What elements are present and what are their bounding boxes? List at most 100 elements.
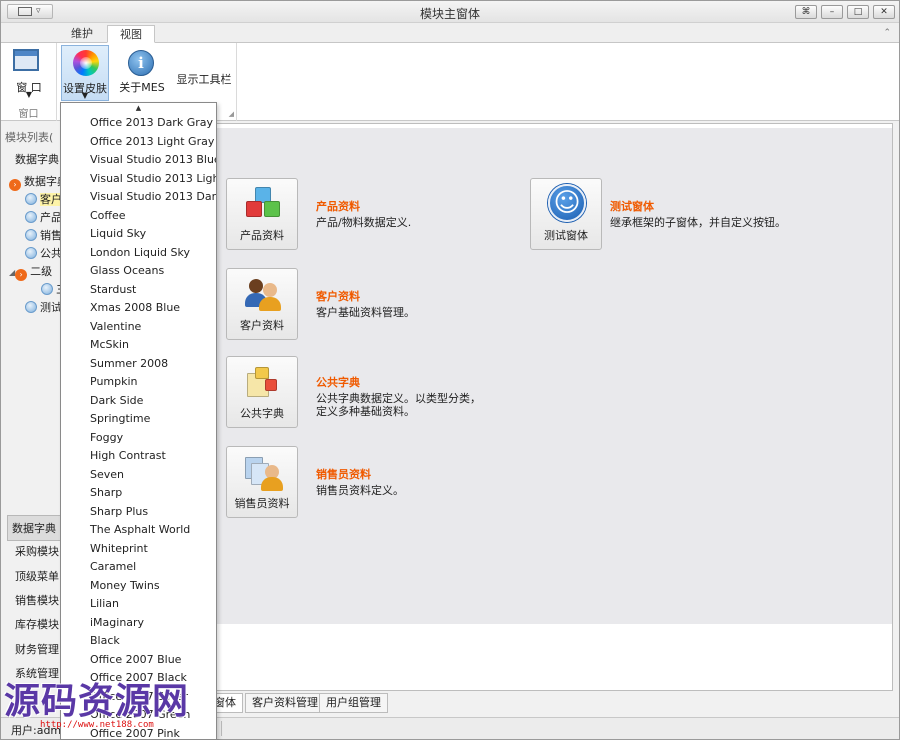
skin-menu-item[interactable]: Visual Studio 2013 Light	[90, 170, 216, 188]
skin-menu-item[interactable]: Pumpkin	[90, 373, 138, 391]
skin-menu-item[interactable]: McSkin	[90, 336, 129, 354]
show-toolbar-button[interactable]: 显示工具栏	[173, 45, 235, 101]
public-dictionary-button[interactable]: 公共字典	[226, 356, 298, 428]
skin-menu-item[interactable]: Valentine	[90, 318, 141, 336]
customer-data-button[interactable]: 客户资料	[226, 268, 298, 340]
window-group-label: 窗口	[18, 109, 39, 120]
scroll-up-icon[interactable]: ▲	[61, 103, 216, 114]
restore-layout-button[interactable]: ⌘	[795, 5, 817, 19]
skin-menu-item[interactable]: Whiteprint	[90, 540, 148, 558]
skin-menu-item[interactable]: Office 2013 Light Gray	[90, 133, 214, 151]
product-data-label: 产品资料	[240, 229, 284, 242]
window-title: 模块主窗体	[419, 7, 480, 21]
skin-button[interactable]: 设置皮肤 ▼	[61, 45, 109, 101]
window-button[interactable]: 窗 口 ▼	[7, 45, 51, 101]
nav-tab-finance[interactable]: 财务管理	[15, 641, 59, 657]
skin-menu-item[interactable]: High Contrast	[90, 447, 166, 465]
color-wheel-icon	[73, 50, 99, 76]
window-icon	[8, 45, 39, 71]
tree-item-label: 数据字典	[24, 175, 62, 188]
tree-item-label: 销售	[40, 229, 62, 242]
test-form-desc: 继承框架的子窗体，并自定义按钮。	[610, 216, 786, 229]
about-mes-button[interactable]: i 关于MES	[115, 45, 169, 101]
skin-menu-item[interactable]: Glass Oceans	[90, 262, 164, 280]
watermark-text: 源码资源网	[4, 681, 190, 722]
nav-tab-top-menu[interactable]: 顶级菜单I	[15, 568, 62, 584]
skin-menu-item[interactable]: Seven	[90, 466, 124, 484]
info-icon: i	[128, 50, 154, 76]
customer-data-title: 客户资料	[316, 290, 360, 303]
node-icon	[25, 301, 37, 313]
skin-menu-item[interactable]: Black	[90, 632, 120, 650]
skin-menu-item[interactable]: Office 2007 Blue	[90, 651, 181, 669]
tree-item[interactable]: ›数据字典	[9, 173, 62, 191]
skin-menu-item[interactable]: Lilian	[90, 595, 119, 613]
module-sidebar: 模块列表( 数据字典 ›数据字典 客户 产品 销售 公共 ◢›二级 三 测试 数…	[1, 123, 63, 715]
product-data-title: 产品资料	[316, 200, 360, 213]
skin-menu-item[interactable]: Coffee	[90, 207, 126, 225]
accessibility-icon: ☺	[548, 184, 586, 222]
test-form-button[interactable]: ☺ 测试窗体	[530, 178, 602, 250]
close-button[interactable]: ✕	[873, 5, 895, 19]
skin-menu-item[interactable]: Money Twins	[90, 577, 160, 595]
tree-item[interactable]: 客户	[25, 191, 62, 207]
doc-tab-customer-management[interactable]: 客户资料管理	[245, 693, 325, 713]
minimize-button[interactable]: –	[821, 5, 843, 19]
salesman-data-button[interactable]: 销售员资料	[226, 446, 298, 518]
customer-data-desc: 客户基础资料管理。	[316, 306, 415, 319]
tree-item[interactable]: 测试	[25, 299, 62, 315]
node-icon	[25, 193, 37, 205]
doc-tab-user-group-management[interactable]: 用户组管理	[319, 693, 388, 713]
skin-menu-item[interactable]: iMaginary	[90, 614, 144, 632]
skin-menu-item[interactable]: The Asphalt World	[90, 521, 190, 539]
tree-item[interactable]: ◢ › 二级	[9, 263, 52, 281]
skin-menu-item[interactable]: Foggy	[90, 429, 123, 447]
dropdown-arrow-icon: ▼	[81, 91, 89, 100]
skin-menu-item[interactable]: Stardust	[90, 281, 136, 299]
salesman-data-title: 销售员资料	[316, 468, 371, 481]
tree-item[interactable]: 产品	[25, 209, 62, 225]
salesman-data-desc: 销售员资料定义。	[316, 484, 404, 497]
module-panel: 产品资料 产品资料 产品/物料数据定义. 客户资料 客户资料 客户基础资料管理。	[212, 128, 892, 624]
ribbon-tab-bar: 维护 视图 ⌃	[1, 23, 899, 43]
skin-menu-item[interactable]: Visual Studio 2013 Dark	[90, 188, 216, 206]
skin-menu-item[interactable]: London Liquid Sky	[90, 244, 190, 262]
expand-arrow-icon: ›	[15, 269, 28, 281]
maximize-button[interactable]: □	[847, 5, 869, 19]
salesman-data-label: 销售员资料	[234, 497, 290, 510]
skin-menu-item[interactable]: Summer 2008	[90, 355, 168, 373]
skin-menu-item[interactable]: Xmas 2008 Blue	[90, 299, 180, 317]
tab-view[interactable]: 视图	[107, 25, 155, 43]
test-form-label: 测试窗体	[544, 229, 588, 242]
skin-menu-item[interactable]: Springtime	[90, 410, 150, 428]
nav-tab-sales[interactable]: 销售模块	[15, 592, 59, 608]
tab-maintain[interactable]: 维护	[59, 25, 105, 43]
node-icon	[41, 283, 53, 295]
collapse-ribbon-icon[interactable]: ⌃	[883, 28, 891, 38]
nav-tab-purchase[interactable]: 采购模块	[15, 543, 59, 559]
skin-menu-item[interactable]: Caramel	[90, 558, 136, 576]
tree-item[interactable]: 销售	[25, 227, 62, 243]
about-mes-label: 关于MES	[119, 81, 165, 94]
group-launcher-icon[interactable]: ◢	[229, 110, 234, 118]
nav-tab-inventory[interactable]: 库存模块	[15, 616, 59, 632]
skin-menu-item[interactable]: Visual Studio 2013 Blue	[90, 151, 216, 169]
tree-item[interactable]: 数据字典	[15, 151, 59, 167]
show-toolbar-label: 显示工具栏	[176, 73, 232, 86]
dictionary-icon	[245, 365, 281, 399]
tree-item-label: 二级	[30, 265, 53, 278]
expand-arrow-icon: ›	[9, 179, 21, 191]
skin-menu-item[interactable]: Liquid Sky	[90, 225, 146, 243]
product-data-button[interactable]: 产品资料	[226, 178, 298, 250]
salesman-icon	[245, 455, 283, 491]
customer-data-label: 客户资料	[240, 319, 284, 332]
dropdown-arrow-icon: ▼	[25, 90, 33, 99]
skin-menu-item[interactable]: Sharp	[90, 484, 122, 502]
skin-menu-item[interactable]: Dark Side	[90, 392, 143, 410]
tree-item-label: 测试	[40, 301, 62, 314]
title-bar: ▿ 模块主窗体 ⌘ – □ ✕	[1, 1, 899, 23]
skin-menu-item[interactable]: Sharp Plus	[90, 503, 148, 521]
tree-item[interactable]: 公共	[25, 245, 62, 261]
nav-tab-data-dictionary[interactable]: 数据字典	[7, 515, 62, 541]
skin-menu-item[interactable]: Office 2013 Dark Gray	[90, 114, 213, 132]
